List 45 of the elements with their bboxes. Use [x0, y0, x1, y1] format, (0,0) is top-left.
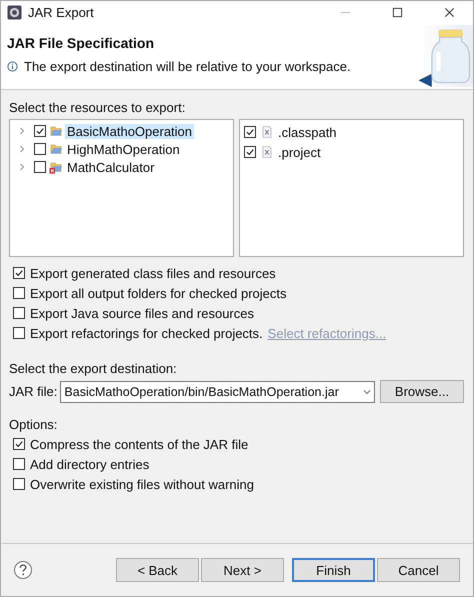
- tree-item[interactable]: HighMathOperation: [65, 142, 182, 156]
- close-icon[interactable]: [444, 6, 455, 18]
- checkbox[interactable]: [13, 438, 25, 450]
- checkbox[interactable]: [244, 146, 256, 158]
- option-label[interactable]: Overwrite existing files without warning: [30, 476, 254, 492]
- checkbox[interactable]: [34, 161, 46, 173]
- help-icon[interactable]: [13, 560, 33, 580]
- option-label[interactable]: Export refactorings for checked projects.: [30, 326, 263, 340]
- checkbox[interactable]: [13, 267, 25, 279]
- checkbox[interactable]: [34, 143, 46, 155]
- file-name[interactable]: .project: [276, 144, 323, 160]
- maximize-icon[interactable]: [392, 6, 403, 18]
- app-icon: [7, 4, 22, 20]
- tree-item[interactable]: MathCalculator: [65, 160, 156, 174]
- tree-item[interactable]: BasicMathoOperation: [65, 124, 194, 138]
- dropdown-caret-icon[interactable]: [363, 388, 371, 396]
- section-label: Options:: [9, 417, 58, 432]
- checkbox[interactable]: [13, 287, 25, 299]
- dialog-button[interactable]: Finish: [292, 558, 375, 582]
- jar-file-combo[interactable]: BasicMathoOperation/bin/BasicMathOperation.jar: [60, 380, 375, 402]
- option-label[interactable]: Export all output folders for checked projects: [30, 286, 287, 300]
- xml-file-icon: [262, 146, 272, 158]
- section-label: Select the export destination:: [9, 361, 178, 376]
- dialog-button[interactable]: Next >: [201, 558, 284, 582]
- window-title: JAR Export: [28, 4, 94, 20]
- dialog-button[interactable]: Cancel: [377, 558, 460, 582]
- option-label[interactable]: Export generated class files and resources: [30, 266, 276, 280]
- checkbox[interactable]: [244, 126, 256, 138]
- section-label: Select the resources to export:: [9, 100, 186, 115]
- option-label[interactable]: Export Java source files and resources: [30, 306, 254, 320]
- option-label[interactable]: Add directory entries: [30, 456, 150, 472]
- checkbox[interactable]: [13, 478, 25, 490]
- page-title: JAR File Specification: [7, 35, 156, 51]
- checkbox[interactable]: [13, 458, 25, 470]
- option-label[interactable]: Compress the contents of the JAR file: [30, 436, 248, 452]
- field-label: JAR file:: [9, 384, 58, 399]
- dialog-button[interactable]: < Back: [116, 558, 199, 582]
- xml-file-icon: [262, 126, 272, 138]
- info-icon: [7, 61, 18, 72]
- file-name[interactable]: .classpath: [276, 124, 339, 140]
- checkbox[interactable]: [34, 125, 46, 137]
- info-message: The export destination will be relative to your workspace.: [24, 59, 351, 74]
- checkbox[interactable]: [13, 327, 25, 339]
- browse-button[interactable]: Browse...: [380, 380, 464, 403]
- checkbox[interactable]: [13, 307, 25, 319]
